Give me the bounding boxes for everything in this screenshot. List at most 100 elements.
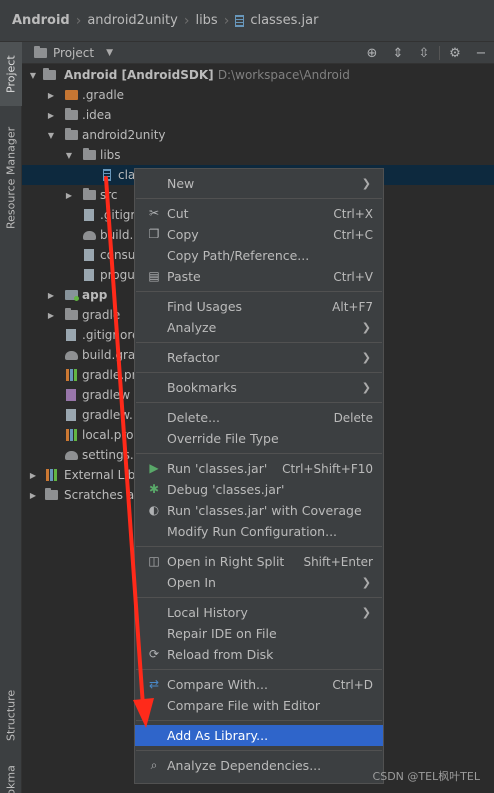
menu-item-new[interactable]: New ❯ <box>135 173 383 194</box>
chevron-right-icon: ❯ <box>361 177 371 190</box>
chevron-right-icon[interactable]: ▶ <box>46 111 56 120</box>
locate-icon[interactable]: ⊕ <box>359 46 385 61</box>
chevron-right-icon: › <box>183 12 190 29</box>
menu-item-modify-run-config[interactable]: Modify Run Configuration... <box>135 521 383 542</box>
reload-icon: ⟳ <box>148 647 160 661</box>
jar-icon <box>235 14 245 27</box>
folder-orange-icon <box>64 89 78 101</box>
menu-item-compare-with[interactable]: ⇄ Compare With... Ctrl+D <box>135 674 383 695</box>
menu-divider <box>136 453 382 454</box>
tree-row-gradle-dir[interactable]: ▶ .gradle <box>22 85 494 105</box>
breadcrumb-android[interactable]: Android <box>12 13 70 28</box>
properties-icon <box>64 369 78 381</box>
menu-item-find-usages[interactable]: Find Usages Alt+F7 <box>135 296 383 317</box>
folder-icon <box>34 45 47 58</box>
tab-project[interactable]: Project <box>0 42 22 106</box>
library-icon <box>44 469 58 481</box>
coverage-icon: ◐ <box>148 503 160 517</box>
file-icon <box>82 269 96 281</box>
jar-icon <box>100 169 114 181</box>
menu-item-copy[interactable]: ❐ Copy Ctrl+C <box>135 224 383 245</box>
gradle-icon <box>64 349 78 361</box>
paste-icon: ▤ <box>148 269 160 283</box>
menu-item-delete[interactable]: Delete... Delete <box>135 407 383 428</box>
menu-item-open-in[interactable]: Open In ❯ <box>135 572 383 593</box>
left-tool-strip: Project Resource Manager Structure Bookm… <box>0 42 22 793</box>
toolbar-divider <box>439 46 440 60</box>
chevron-down-icon[interactable]: ▼ <box>46 131 56 140</box>
breadcrumb-classes-jar[interactable]: classes.jar <box>235 13 318 28</box>
menu-divider <box>136 669 382 670</box>
chevron-right-icon: ❯ <box>361 606 371 619</box>
tab-resource-manager[interactable]: Resource Manager <box>0 114 22 242</box>
menu-divider <box>136 342 382 343</box>
tree-row-idea[interactable]: ▶ .idea <box>22 105 494 125</box>
tab-bookmarks[interactable]: Bookmarks <box>0 766 22 793</box>
tab-structure[interactable]: Structure <box>0 682 22 748</box>
folder-icon <box>42 68 56 81</box>
shell-icon <box>64 389 78 401</box>
folder-icon <box>82 188 96 201</box>
menu-item-analyze[interactable]: Analyze ❯ <box>135 317 383 338</box>
expand-all-icon[interactable]: ⇕ <box>385 46 411 61</box>
menu-divider <box>136 750 382 751</box>
chevron-right-icon: ❯ <box>361 576 371 589</box>
project-view-selector[interactable]: Project ▼ <box>34 45 113 60</box>
menu-item-refactor[interactable]: Refactor ❯ <box>135 347 383 368</box>
menu-item-compare-with-editor[interactable]: Compare File with Editor <box>135 695 383 716</box>
menu-item-analyze-dependencies[interactable]: ⌕ Analyze Dependencies... <box>135 755 383 776</box>
folder-icon <box>82 148 96 161</box>
menu-item-bookmarks[interactable]: Bookmarks ❯ <box>135 377 383 398</box>
chevron-right-icon[interactable]: ▶ <box>46 311 56 320</box>
hide-icon[interactable]: − <box>468 46 494 61</box>
menu-divider <box>136 372 382 373</box>
collapse-all-icon[interactable]: ⇳ <box>411 46 437 61</box>
folder-icon <box>64 108 78 121</box>
magnifier-icon: ⌕ <box>150 757 158 772</box>
chevron-right-icon[interactable]: ▶ <box>28 471 38 480</box>
context-menu: New ❯ ✂ Cut Ctrl+X ❐ Copy Ctrl+C Copy Pa… <box>134 168 384 784</box>
menu-item-run[interactable]: ▶ Run 'classes.jar' Ctrl+Shift+F10 <box>135 458 383 479</box>
menu-item-local-history[interactable]: Local History ❯ <box>135 602 383 623</box>
breadcrumb-libs[interactable]: libs <box>195 13 217 28</box>
bug-icon: ✱ <box>148 482 160 496</box>
chevron-right-icon[interactable]: ▶ <box>28 491 38 500</box>
menu-item-debug[interactable]: ✱ Debug 'classes.jar' <box>135 479 383 500</box>
chevron-down-icon[interactable]: ▼ <box>64 151 74 160</box>
tree-row-android2unity[interactable]: ▼ android2unity <box>22 125 494 145</box>
menu-item-repair-ide[interactable]: Repair IDE on File <box>135 623 383 644</box>
gear-icon[interactable]: ⚙ <box>442 46 468 61</box>
gradle-icon <box>64 449 78 461</box>
menu-divider <box>136 291 382 292</box>
chevron-right-icon[interactable]: ▶ <box>46 91 56 100</box>
chevron-right-icon[interactable]: ▶ <box>46 291 56 300</box>
chevron-down-icon[interactable]: ▼ <box>28 71 38 80</box>
file-icon <box>64 409 78 421</box>
chevron-right-icon: › <box>75 12 82 29</box>
tree-row-libs[interactable]: ▼ libs <box>22 145 494 165</box>
menu-item-reload-from-disk[interactable]: ⟳ Reload from Disk <box>135 644 383 665</box>
panel-toolbar: ⊕ ⇕ ⇳ ⚙ − <box>359 42 494 64</box>
project-panel-header: Project ▼ ⊕ ⇕ ⇳ ⚙ − <box>22 42 494 64</box>
breadcrumb-android2unity[interactable]: android2unity <box>87 13 178 28</box>
menu-item-paste[interactable]: ▤ Paste Ctrl+V <box>135 266 383 287</box>
chevron-right-icon: ❯ <box>361 321 371 334</box>
tree-row-root[interactable]: ▼ Android [AndroidSDK] D:\workspace\Andr… <box>22 65 494 85</box>
menu-item-run-with-coverage[interactable]: ◐ Run 'classes.jar' with Coverage <box>135 500 383 521</box>
split-icon: ◫ <box>148 554 160 568</box>
menu-item-open-right-split[interactable]: ◫ Open in Right Split Shift+Enter <box>135 551 383 572</box>
run-icon: ▶ <box>149 461 159 475</box>
compare-icon: ⇄ <box>148 677 160 691</box>
menu-divider <box>136 402 382 403</box>
chevron-right-icon[interactable]: ▶ <box>64 191 74 200</box>
menu-item-override-file-type[interactable]: Override File Type <box>135 428 383 449</box>
module-icon <box>64 289 79 301</box>
menu-item-cut[interactable]: ✂ Cut Ctrl+X <box>135 203 383 224</box>
menu-item-add-as-library[interactable]: Add As Library... <box>135 725 383 746</box>
chevron-down-icon: ▼ <box>106 47 113 58</box>
file-icon <box>64 329 78 341</box>
menu-item-copy-path[interactable]: Copy Path/Reference... <box>135 245 383 266</box>
menu-divider <box>136 546 382 547</box>
folder-icon <box>64 308 78 321</box>
chevron-right-icon: ❯ <box>361 381 371 394</box>
